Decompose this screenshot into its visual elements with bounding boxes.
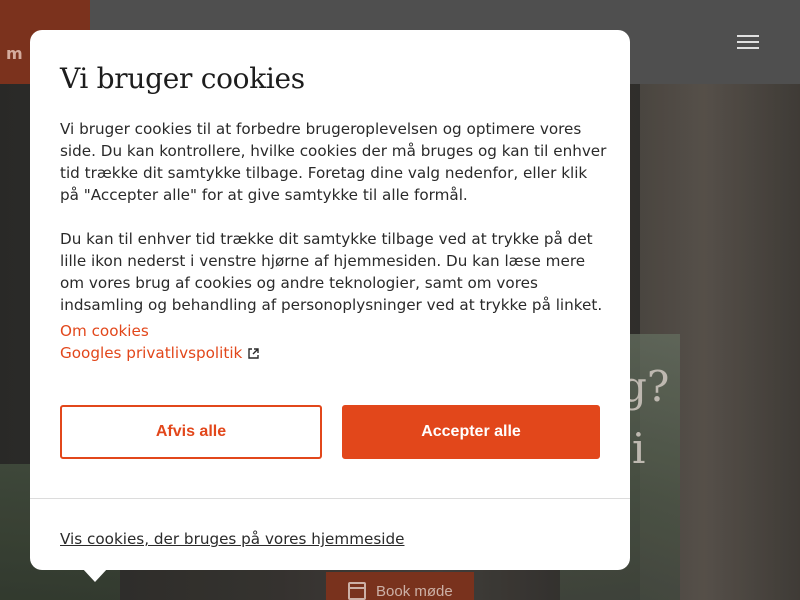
reject-all-button[interactable]: Afvis alle: [60, 405, 322, 459]
dialog-links: Om cookies Googles privatlivspolitik: [60, 320, 260, 364]
dialog-paragraph-2: Du kan til enhver tid trække dit samtykk…: [60, 230, 603, 314]
show-cookies-link[interactable]: Vis cookies, der bruges på vores hjemmes…: [60, 530, 404, 548]
about-cookies-link[interactable]: Om cookies: [60, 320, 259, 342]
dialog-divider: [30, 498, 630, 499]
accept-all-button[interactable]: Accepter alle: [342, 405, 600, 459]
dialog-title: Vi bruger cookies: [60, 62, 305, 95]
external-link-icon: [248, 348, 260, 359]
about-cookies-label: Om cookies: [60, 322, 149, 340]
dialog-pointer: [82, 568, 108, 582]
google-privacy-link[interactable]: Googles privatlivspolitik: [60, 342, 260, 364]
google-privacy-label: Googles privatlivspolitik: [60, 344, 243, 362]
cookie-consent-dialog: Vi bruger cookies Vi bruger cookies til …: [30, 30, 630, 582]
dialog-paragraph-1: Vi bruger cookies til at forbedre bruger…: [60, 120, 607, 204]
dialog-body: Vi bruger cookies til at forbedre bruger…: [60, 118, 608, 316]
